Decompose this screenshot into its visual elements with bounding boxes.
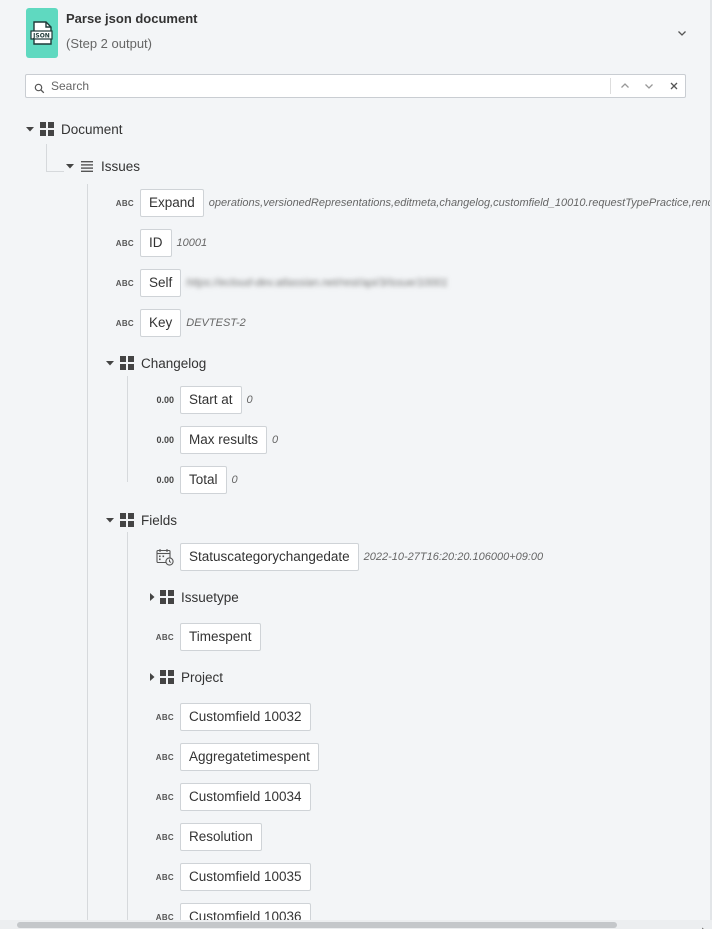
scrollbar-thumb[interactable] (17, 922, 617, 928)
chevron-down-icon[interactable] (642, 79, 656, 93)
field-pill[interactable]: Total (180, 466, 227, 494)
field-row-total[interactable]: 0.00 Total 0 (152, 465, 238, 495)
tree-node-issues[interactable]: Issues (65, 151, 140, 181)
number-type-icon: 0.00 (156, 475, 174, 485)
caret-down-icon[interactable] (105, 358, 115, 368)
field-row-resolution[interactable]: ABC Resolution (152, 822, 262, 852)
json-file-icon: JSON (26, 8, 58, 58)
field-pill[interactable]: Timespent (180, 623, 261, 651)
field-value: 0 (231, 474, 238, 486)
field-pill[interactable]: Customfield 10032 (180, 703, 311, 731)
output-tree: Document Issues ABC Expand operations,ve… (0, 100, 712, 920)
step-header[interactable]: JSON Parse json document (Step 2 output) (0, 0, 712, 68)
search-divider (610, 78, 611, 94)
text-type-icon: ABC (115, 198, 134, 208)
field-value: operations,versionedRepresentations,edit… (208, 197, 712, 209)
text-type-icon: ABC (155, 872, 174, 882)
node-label: Fields (141, 512, 178, 528)
search-bar (25, 74, 686, 98)
field-row-key[interactable]: ABC Key DEVTEST-2 (112, 308, 246, 338)
field-value: 2022-10-27T16:20:20.106000+09:00 (363, 551, 544, 563)
node-label: Issuetype (181, 589, 239, 605)
chevron-down-icon[interactable] (676, 26, 688, 38)
search-icon (34, 81, 45, 99)
field-pill[interactable]: Customfield 10035 (180, 863, 311, 891)
caret-right-icon[interactable] (147, 672, 157, 682)
field-value: 0 (272, 434, 279, 446)
tree-node-issuetype[interactable]: Issuetype (147, 582, 239, 612)
field-pill[interactable]: Aggregatetimespent (180, 743, 319, 771)
field-pill[interactable]: Customfield 10036 (180, 903, 311, 920)
field-row-customfield-10036[interactable]: ABC Customfield 10036 (152, 902, 311, 920)
number-type-icon: 0.00 (156, 435, 174, 445)
step-title: Parse json document (66, 11, 198, 26)
calendar-icon (156, 548, 174, 566)
object-grid-icon (160, 590, 174, 604)
chevron-up-icon[interactable] (618, 79, 632, 93)
text-type-icon: ABC (155, 912, 174, 921)
tree-connector (127, 376, 128, 482)
field-value: DEVTEST-2 (186, 317, 246, 329)
field-row-aggregatetimespent[interactable]: ABC Aggregatetimespent (152, 742, 319, 772)
field-pill[interactable]: Key (140, 309, 182, 337)
field-pill[interactable]: Customfield 10034 (180, 783, 311, 811)
field-pill[interactable]: ID (140, 229, 172, 257)
object-grid-icon (120, 356, 134, 370)
tree-connector (127, 532, 128, 920)
tree-node-document[interactable]: Document (25, 114, 123, 144)
caret-right-icon[interactable] (147, 592, 157, 602)
json-icon-text: JSON (32, 33, 50, 40)
caret-down-icon[interactable] (25, 124, 35, 134)
text-type-icon: ABC (155, 712, 174, 722)
field-row-start-at[interactable]: 0.00 Start at 0 (152, 385, 253, 415)
list-icon (80, 159, 94, 173)
horizontal-scrollbar[interactable] (0, 920, 712, 929)
node-label: Document (61, 121, 123, 137)
caret-down-icon[interactable] (65, 161, 75, 171)
field-row-customfield-10032[interactable]: ABC Customfield 10032 (152, 702, 311, 732)
node-label: Project (181, 669, 224, 685)
tree-connector (46, 144, 47, 171)
field-row-self[interactable]: ABC Self https://ecloud-dev.atlassian.ne… (112, 268, 448, 298)
field-row-customfield-10034[interactable]: ABC Customfield 10034 (152, 782, 311, 812)
tree-connector (87, 184, 88, 920)
field-row-statuscategorychangedate[interactable]: Statuscategorychangedate 2022-10-27T16:2… (156, 542, 543, 572)
close-icon[interactable] (667, 79, 681, 93)
text-type-icon: ABC (155, 752, 174, 762)
field-pill[interactable]: Max results (180, 426, 268, 454)
text-type-icon: ABC (115, 318, 134, 328)
text-type-icon: ABC (155, 632, 174, 642)
text-type-icon: ABC (155, 832, 174, 842)
field-row-id[interactable]: ABC ID 10001 (112, 228, 207, 258)
tree-node-project[interactable]: Project (147, 662, 223, 692)
tree-node-changelog[interactable]: Changelog (105, 348, 206, 378)
field-row-max-results[interactable]: 0.00 Max results 0 (152, 425, 278, 455)
text-type-icon: ABC (115, 238, 134, 248)
field-pill[interactable]: Self (140, 269, 182, 297)
tree-connector (46, 171, 64, 172)
field-row-expand[interactable]: ABC Expand operations,versionedRepresent… (112, 188, 712, 218)
text-type-icon: ABC (115, 278, 134, 288)
field-row-timespent[interactable]: ABC Timespent (152, 622, 261, 652)
object-grid-icon (40, 122, 54, 136)
text-type-icon: ABC (155, 792, 174, 802)
tree-node-fields[interactable]: Fields (105, 505, 177, 535)
scroll-right-icon[interactable] (700, 921, 708, 929)
field-pill[interactable]: Statuscategorychangedate (180, 543, 359, 571)
step-subtitle: (Step 2 output) (66, 36, 152, 51)
caret-down-icon[interactable] (105, 515, 115, 525)
object-grid-icon (160, 670, 174, 684)
search-input[interactable] (51, 78, 621, 94)
object-grid-icon (120, 513, 134, 527)
field-pill[interactable]: Start at (180, 386, 242, 414)
field-value: 10001 (176, 237, 208, 249)
node-label: Issues (101, 158, 141, 174)
field-pill[interactable]: Expand (140, 189, 204, 217)
node-label: Changelog (141, 355, 207, 371)
number-type-icon: 0.00 (156, 395, 174, 405)
field-value: https://ecloud-dev.atlassian.net/rest/ap… (186, 277, 448, 289)
field-value: 0 (246, 394, 253, 406)
field-pill[interactable]: Resolution (180, 823, 262, 851)
field-row-customfield-10035[interactable]: ABC Customfield 10035 (152, 862, 311, 892)
